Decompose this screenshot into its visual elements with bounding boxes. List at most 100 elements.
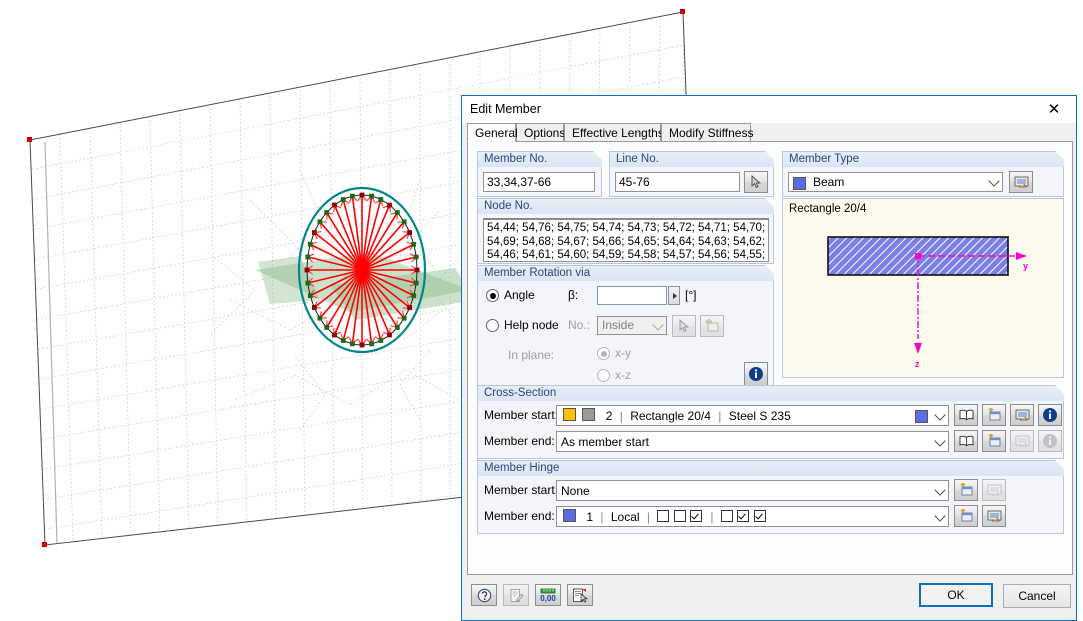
cs-right-color-swatch [915,410,928,423]
group-cross-section-body: Member start: 2 | Rectangle 20/4 | Steel… [477,401,1064,459]
hinge-checkbox-phiz[interactable] [753,510,766,522]
hinge-start-edit-dialog-icon[interactable] [982,479,1006,501]
group-node-no-header: Node No. [477,198,774,214]
node-no-textarea[interactable]: 54,44; 54,76; 54,75; 54,74; 54,73; 54,72… [483,218,769,262]
label-rotation-angle: Angle [504,288,535,302]
label-beta: β: [568,288,579,302]
hinge-checkbox-uz[interactable] [690,510,703,522]
group-member-type: Member Type Beam [782,151,1064,197]
cross-section-start-combo[interactable]: 2 | Rectangle 20/4 | Steel S 235 [556,405,949,426]
tab-options[interactable]: Options [516,123,565,142]
member-type-color-swatch [793,177,806,190]
group-member-no-title: Member No. [484,153,548,165]
hinge-checkbox-phiy[interactable] [737,510,750,522]
ok-button[interactable]: OK [919,583,993,607]
label-plane-xz: x-z [615,368,631,382]
print-report-icon[interactable] [567,584,593,606]
label-hinge-member-end: Member end: [484,509,555,523]
help-node-new-object-icon[interactable] [700,315,724,337]
svg-text:z: z [915,359,920,369]
cs-sep-1: | [619,409,623,423]
hinge-start-new-object-icon[interactable] [954,479,978,501]
hinge-end-new-object-icon[interactable] [954,505,978,527]
cs-start-info-icon[interactable] [1038,404,1062,426]
edit-member-dialog[interactable]: Edit Member ✕ General Options Effective … [461,95,1077,621]
group-member-hinge-body: Member start: None Member end: 1 | Local [477,476,1064,534]
member-hinge-start-combo[interactable]: None [556,480,949,501]
group-node-no: Node No. 54,44; 54,76; 54,75; 54,74; 54,… [477,198,774,264]
radio-rotation-help-node[interactable] [486,319,499,332]
group-member-rotation-body: Angle β: [°] Help node No.: Inside In pl… [477,281,774,394]
group-cross-section-header: Cross-Section [477,385,1064,401]
chevron-down-icon [988,175,1000,187]
dialog-titlebar[interactable]: Edit Member ✕ [462,96,1076,123]
group-cross-section-title: Cross-Section [484,387,557,399]
pick-cursor-icon[interactable] [744,171,768,193]
line-no-input[interactable]: 45-76 [615,172,740,192]
svg-text:0,00: 0,00 [540,594,556,603]
wheel-member-assembly [297,186,427,354]
rotation-info-icon[interactable] [744,362,768,386]
chevron-down-icon [934,483,946,496]
cs-start-name: Rectangle 20/4 [630,409,711,423]
group-member-no: Member No. 33,34,37-66 [477,151,602,197]
group-cross-section: Cross-Section Member start: 2 | Rectangl… [477,385,1064,459]
member-type-combo[interactable]: Beam [788,172,1003,192]
group-node-no-body: 54,44; 54,76; 54,75; 54,74; 54,73; 54,72… [477,214,774,264]
label-cs-member-start: Member start: [484,408,559,422]
group-member-no-body: 33,34,37-66 [477,167,602,197]
chevron-down-icon [934,509,946,522]
help-icon[interactable] [471,584,497,606]
hinge-sep-3: | [710,510,714,524]
cs-end-new-section-icon[interactable] [982,430,1006,452]
group-member-type-header: Member Type [782,151,1064,167]
beta-angle-input[interactable] [597,286,667,305]
comment-icon[interactable] [503,584,529,606]
tab-strip[interactable]: General Options Effective Lengths Modify… [467,123,1073,142]
help-node-value: Inside [602,318,635,332]
group-line-no: Line No. 45-76 [609,151,774,197]
chevron-down-icon [934,434,946,447]
group-node-no-title: Node No. [484,200,533,212]
radio-rotation-angle[interactable] [486,289,499,302]
hinge-checkbox-uy[interactable] [673,510,686,522]
tab-page-general: Member No. 33,34,37-66 Line No. 45-76 Me… [467,141,1073,575]
cs-start-no: 2 [605,409,613,423]
group-member-hinge-header: Member Hinge [477,460,1064,476]
member-type-edit-dialog-icon[interactable] [1009,171,1033,193]
radio-plane-xz[interactable] [597,369,610,382]
cs-sep-2: | [718,409,722,423]
dialog-title: Edit Member [470,102,541,116]
hinge-checkbox-ux[interactable] [657,510,670,522]
cancel-button[interactable]: Cancel [1003,584,1071,608]
close-icon[interactable]: ✕ [1032,96,1076,122]
hinge-end-system: Local [610,510,640,524]
cross-section-end-combo[interactable]: As member start [556,431,949,452]
radio-plane-xy[interactable] [597,347,610,360]
hinge-checkbox-phix[interactable] [720,510,733,522]
svg-text:y: y [1023,261,1028,271]
label-help-node-no: No.: [568,318,591,332]
hinge-end-edit-dialog-icon[interactable] [982,505,1006,527]
member-hinge-end-combo[interactable]: 1 | Local | | [556,506,949,527]
cs-start-edit-dialog-icon[interactable] [1010,404,1034,426]
member-no-input[interactable]: 33,34,37-66 [483,172,595,192]
group-member-no-header: Member No. [477,151,602,167]
cs-end-edit-dialog-icon[interactable] [1010,430,1034,452]
cs-color-swatch-a [563,408,576,421]
units-icon[interactable]: 0,00 [535,584,561,606]
beta-expand-arrow-icon[interactable] [668,286,680,305]
cs-start-new-section-icon[interactable] [982,404,1006,426]
group-line-no-body: 45-76 [609,167,774,197]
cs-start-library-icon[interactable] [954,404,978,426]
help-node-pick-cursor-icon[interactable] [672,315,696,337]
cs-end-info-icon[interactable] [1038,430,1062,452]
help-node-combo[interactable]: Inside [597,316,667,335]
tab-effective-lengths[interactable]: Effective Lengths [564,123,664,142]
cs-end-library-icon[interactable] [954,430,978,452]
cs-color-swatch-b [582,408,596,421]
label-cs-member-end: Member end: [484,434,555,448]
label-in-plane: In plane: [508,348,555,362]
tab-modify-stiffness[interactable]: Modify Stiffness [661,123,753,142]
tab-general[interactable]: General [467,123,518,142]
